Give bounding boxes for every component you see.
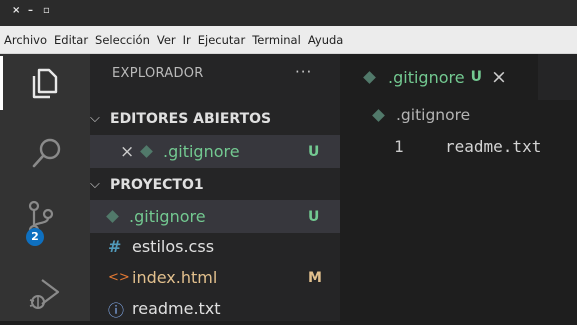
git-file-icon — [372, 108, 385, 122]
tab-bar: .gitignore U × — [340, 54, 577, 100]
git-status-badge: M — [308, 269, 322, 286]
info-file-icon: ⓘ — [108, 300, 125, 320]
close-tab-icon[interactable]: × — [491, 66, 507, 88]
open-editors-title: EDITORES ABIERTOS — [110, 110, 272, 127]
file-item-estilos[interactable]: # estilos.css — [90, 230, 340, 263]
close-window-button[interactable]: × — [12, 5, 20, 16]
file-item-readme[interactable]: ⓘ readme.txt — [90, 292, 340, 325]
open-editor-item[interactable]: × .gitignore U — [90, 135, 340, 168]
menu-archivo[interactable]: Archivo — [4, 33, 47, 47]
activity-bar: 2 — [0, 54, 90, 321]
project-section[interactable]: ⌵ PROYECTO1 — [90, 168, 340, 201]
menu-ejecutar[interactable]: Ejecutar — [198, 33, 245, 47]
open-editor-filename: .gitignore — [163, 142, 240, 161]
git-file-icon — [140, 145, 153, 158]
source-control-badge: 2 — [26, 228, 44, 246]
tab-git-status: U — [470, 69, 482, 85]
explorer-header: EXPLORADOR ··· — [90, 54, 340, 94]
menu-seleccion[interactable]: Selección — [95, 33, 150, 47]
file-item-gitignore[interactable]: .gitignore U — [90, 200, 340, 233]
more-actions-button[interactable]: ··· — [295, 63, 312, 81]
run-debug-activity[interactable] — [0, 268, 90, 321]
menu-bar: Archivo Editar Selección Ver Ir Ejecutar… — [0, 26, 577, 54]
run-debug-icon — [29, 279, 60, 309]
file-name: estilos.css — [132, 237, 215, 256]
chevron-down-icon: ⌵ — [90, 177, 100, 192]
code-line[interactable]: 1 readme.txt — [340, 132, 577, 162]
search-icon — [32, 138, 61, 168]
explorer-title: EXPLORADOR — [112, 66, 204, 81]
breadcrumb: .gitignore — [340, 100, 577, 130]
files-icon — [32, 68, 58, 99]
menu-ver[interactable]: Ver — [157, 33, 176, 47]
source-control-activity[interactable]: 2 — [0, 194, 90, 254]
chevron-down-icon: ⌵ — [90, 111, 100, 126]
editor-area: .gitignore U × .gitignore 1 readme.txt — [340, 54, 577, 321]
search-activity[interactable] — [0, 130, 90, 180]
title-bar: × – ▫ — [0, 0, 577, 26]
menu-ayuda[interactable]: Ayuda — [308, 33, 344, 47]
menu-ir[interactable]: Ir — [183, 33, 191, 47]
maximize-window-button[interactable]: ▫ — [43, 5, 50, 16]
git-status-badge: U — [308, 208, 320, 225]
project-title: PROYECTO1 — [110, 176, 204, 193]
tab-gitignore[interactable]: .gitignore U × — [340, 54, 538, 100]
line-number: 1 — [394, 137, 404, 156]
breadcrumb-item[interactable]: .gitignore — [396, 106, 470, 124]
menu-terminal[interactable]: Terminal — [252, 33, 301, 47]
menu-editar[interactable]: Editar — [54, 33, 88, 47]
file-name: .gitignore — [129, 207, 206, 226]
file-item-index[interactable]: <> index.html M — [90, 261, 340, 294]
git-file-icon — [106, 210, 119, 223]
html-file-icon: <> — [108, 270, 130, 285]
file-name: index.html — [132, 268, 218, 287]
close-editor-icon[interactable]: × — [120, 142, 142, 162]
line-text: readme.txt — [445, 137, 542, 156]
git-status-badge: U — [308, 143, 320, 160]
explorer-sidebar: EXPLORADOR ··· ⌵ EDITORES ABIERTOS × .gi… — [90, 54, 340, 321]
minimize-window-button[interactable]: – — [28, 5, 33, 16]
open-editors-section[interactable]: ⌵ EDITORES ABIERTOS — [90, 102, 340, 135]
git-file-icon — [363, 70, 376, 84]
tab-filename: .gitignore — [388, 67, 465, 87]
css-file-icon: # — [108, 237, 122, 256]
file-name: readme.txt — [132, 299, 221, 318]
explorer-activity[interactable] — [0, 56, 90, 110]
